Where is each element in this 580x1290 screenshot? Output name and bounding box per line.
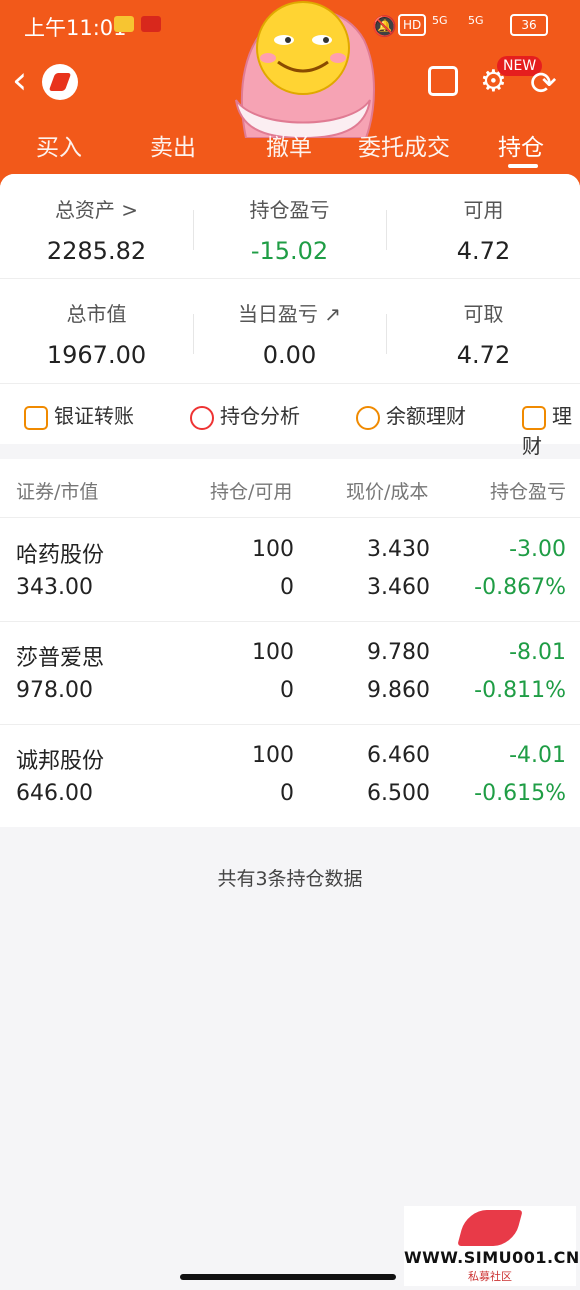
pnl-amount: -3.00	[509, 537, 566, 562]
market-value: 343.00	[16, 575, 93, 600]
position-qty: 100	[252, 743, 294, 768]
pnl-percent: -0.615%	[474, 781, 566, 806]
summary-value: 0.00	[262, 341, 317, 369]
summary-label: 当日盈亏 ↗	[237, 302, 342, 326]
battery-icon: 36	[510, 14, 548, 36]
positions-count-note: 共有3条持仓数据	[217, 868, 363, 890]
cost-price: 3.460	[367, 575, 430, 600]
summary-value: 4.72	[456, 341, 511, 369]
available-qty: 0	[280, 678, 294, 703]
quick-label: 持仓分析	[220, 404, 300, 428]
pnl-amount: -8.01	[509, 640, 566, 665]
positions-content: 总资产 > 2285.82 持仓盈亏 -15.02 可用 4.72 总市值 19…	[0, 174, 580, 1290]
cost-price: 6.500	[367, 781, 430, 806]
market-value: 978.00	[16, 678, 93, 703]
quick-finance[interactable]: 理财	[522, 400, 580, 459]
quick-bank-transfer[interactable]: 银证转账	[24, 400, 134, 430]
divider	[0, 517, 580, 518]
refresh-icon[interactable]: ⟳	[530, 66, 564, 100]
summary-value: 4.72	[456, 237, 511, 265]
summary-position-pnl: 持仓盈亏 -15.02	[193, 194, 386, 265]
summary-value: 2285.82	[46, 237, 147, 265]
quick-label: 银证转账	[54, 404, 134, 428]
trade-tabs: 买入 卖出 撤单 委托成交 持仓	[0, 118, 580, 174]
table-row[interactable]: 莎普爱思 978.00 100 0 9.780 9.860 -8.01 -0.8…	[0, 622, 580, 724]
summary-label: 总资产 >	[54, 198, 139, 222]
transfer-icon	[24, 405, 48, 430]
available-qty: 0	[280, 575, 294, 600]
position-qty: 100	[252, 537, 294, 562]
positions-table: 证券/市值 持仓/可用 现价/成本 持仓盈亏 哈药股份 343.00 100 0…	[0, 459, 580, 827]
quick-label: 余额理财	[386, 404, 466, 428]
watermark-logo-icon	[457, 1210, 523, 1246]
signal-icon-2: 5G	[468, 14, 484, 27]
piggy-icon	[356, 405, 380, 430]
summary-available: 可用 4.72	[387, 194, 580, 265]
table-row[interactable]: 诚邦股份 646.00 100 0 6.460 6.500 -4.01 -0.6…	[0, 725, 580, 827]
summary-label: 可取	[463, 302, 504, 326]
watermark: WWW.SIMU001.CN 私募社区	[404, 1206, 580, 1286]
cost-price: 9.860	[367, 678, 430, 703]
divider	[0, 278, 580, 279]
quick-position-analysis[interactable]: 持仓分析	[190, 400, 300, 430]
hd-icon: HD	[398, 14, 427, 36]
available-qty: 0	[280, 781, 294, 806]
table-row[interactable]: 哈药股份 343.00 100 0 3.430 3.460 -3.00 -0.8…	[0, 519, 580, 621]
pnl-amount: -4.01	[509, 743, 566, 768]
mail-icon	[114, 16, 134, 32]
current-price: 9.780	[367, 640, 430, 665]
app-logo-icon	[42, 64, 78, 100]
notification-app-icon	[141, 16, 161, 32]
market-value: 646.00	[16, 781, 93, 806]
app-header: 上午11:01 🔕 HD 5G 5G 36 ‹ ⚙ NEW ⟳ 买入 卖出 撤单…	[0, 0, 580, 190]
active-tab-indicator	[508, 164, 538, 168]
stock-name: 哈药股份	[16, 543, 105, 568]
summary-value: 1967.00	[46, 341, 147, 369]
column-header: 持仓盈亏	[490, 481, 567, 503]
summary-market-value: 总市值 1967.00	[0, 298, 193, 369]
current-price: 3.430	[367, 537, 430, 562]
summary-withdrawable: 可取 4.72	[387, 298, 580, 369]
home-indicator[interactable]	[180, 1274, 396, 1280]
watermark-text: WWW.SIMU001.CN	[404, 1248, 580, 1267]
pie-icon	[190, 405, 214, 430]
current-price: 6.460	[367, 743, 430, 768]
share-icon[interactable]	[428, 66, 458, 96]
column-header: 现价/成本	[346, 481, 429, 503]
tab-orders[interactable]: 委托成交	[358, 128, 450, 162]
tab-buy[interactable]: 买入	[36, 128, 82, 162]
tab-positions[interactable]: 持仓	[498, 128, 544, 162]
pnl-percent: -0.867%	[474, 575, 566, 600]
summary-value: -15.02	[250, 237, 329, 265]
stock-name: 诚邦股份	[16, 749, 105, 774]
quick-actions: 银证转账 持仓分析 余额理财 理财	[0, 384, 580, 458]
pnl-percent: -0.811%	[474, 678, 566, 703]
status-time: 上午11:01	[24, 16, 127, 40]
summary-label: 可用	[463, 198, 504, 222]
stock-name: 莎普爱思	[16, 646, 105, 671]
summary-total-assets[interactable]: 总资产 > 2285.82	[0, 194, 193, 265]
tab-sell[interactable]: 卖出	[150, 128, 196, 162]
account-summary: 总资产 > 2285.82 持仓盈亏 -15.02 可用 4.72 总市值 19…	[0, 174, 580, 384]
summary-daily-pnl[interactable]: 当日盈亏 ↗ 0.00	[193, 298, 386, 369]
column-header: 证券/市值	[16, 481, 99, 503]
watermark-subtext: 私募社区	[468, 1270, 512, 1283]
tab-cancel[interactable]: 撤单	[266, 128, 312, 162]
column-header: 持仓/可用	[210, 481, 293, 503]
position-qty: 100	[252, 640, 294, 665]
summary-label: 持仓盈亏	[249, 198, 330, 222]
signal-icon: 5G	[432, 14, 448, 27]
quick-balance-finance[interactable]: 余额理财	[356, 400, 466, 430]
summary-label: 总市值	[66, 302, 127, 326]
moneybag-icon	[522, 405, 546, 430]
